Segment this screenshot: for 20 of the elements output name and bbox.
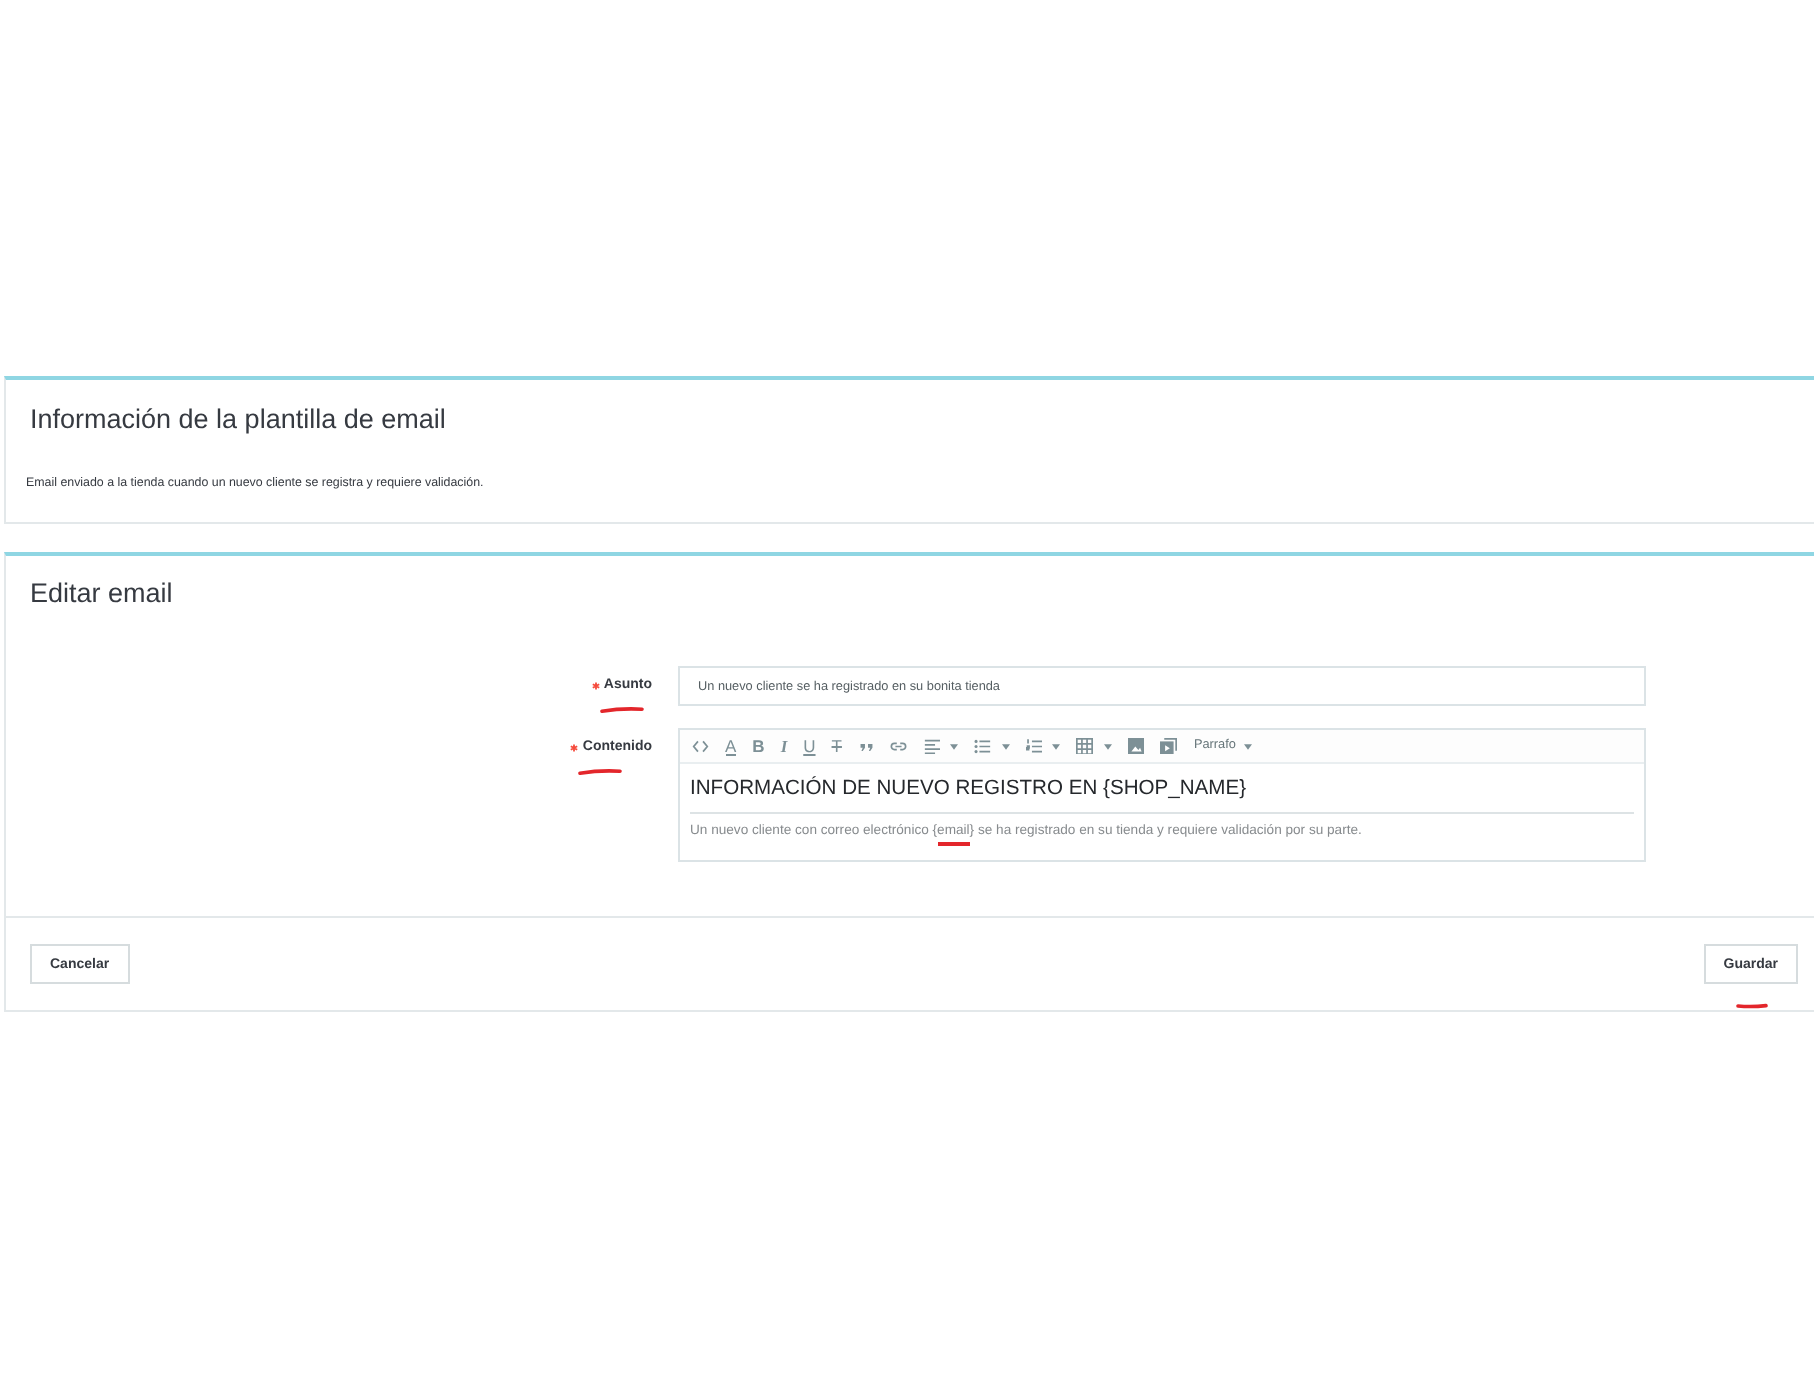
image-icon[interactable] (1127, 737, 1145, 755)
caret-icon[interactable] (1052, 743, 1061, 749)
table-icon[interactable] (1076, 737, 1094, 755)
caret-icon[interactable] (1103, 743, 1112, 749)
italic-button[interactable]: I (780, 736, 788, 756)
numbered-list-icon[interactable] (1025, 737, 1043, 755)
underline-button[interactable]: U (803, 736, 816, 756)
caret-icon[interactable] (950, 743, 959, 749)
link-icon[interactable] (890, 737, 908, 755)
card-title: Información de la plantilla de email (30, 402, 446, 438)
editor-heading: INFORMACIÓN DE NUEVO REGISTRO EN {SHOP_NAME} (690, 776, 1247, 802)
bullet-list-icon[interactable] (974, 737, 992, 755)
bold-button[interactable]: B (752, 736, 765, 756)
text-color-button[interactable]: A (725, 737, 737, 755)
code-icon[interactable] (692, 737, 709, 755)
caret-icon[interactable] (1001, 743, 1010, 749)
card-title: Editar email (30, 576, 173, 612)
media-icon[interactable] (1160, 737, 1178, 755)
strikethrough-button[interactable]: T (831, 736, 842, 756)
align-left-icon[interactable] (923, 737, 941, 755)
